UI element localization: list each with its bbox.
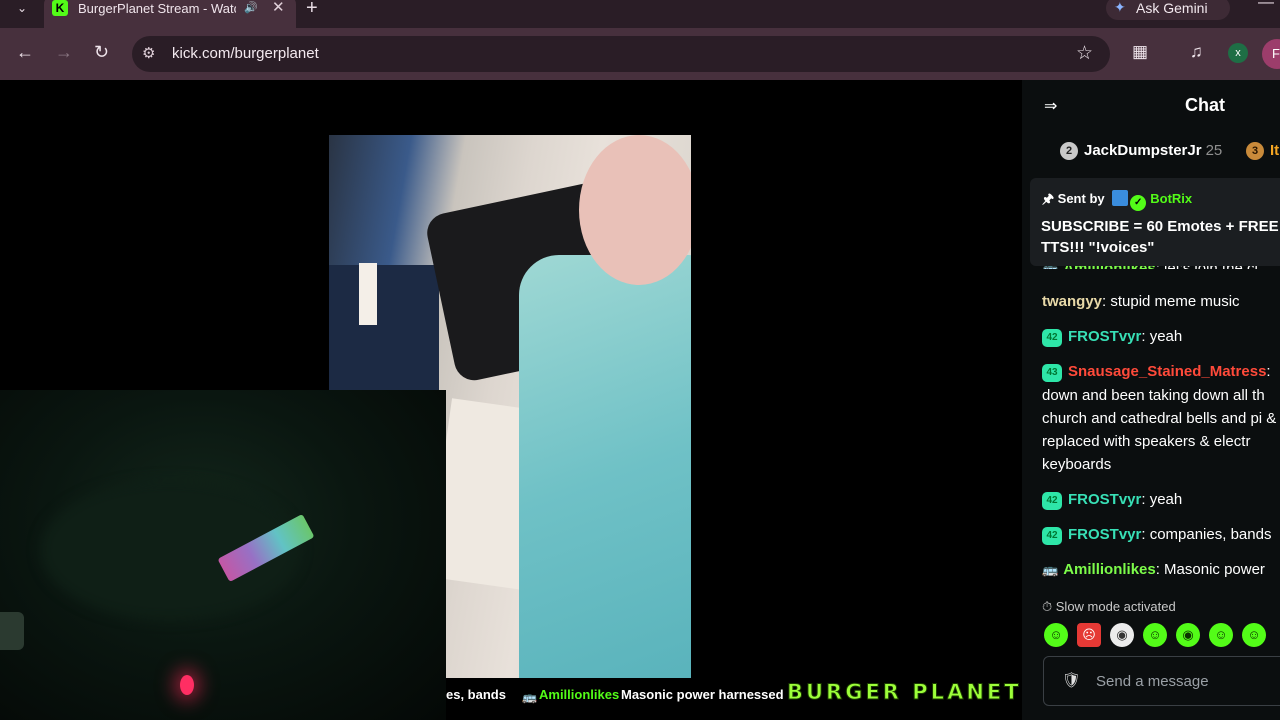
site-info-icon[interactable]: ⚙ [142, 44, 155, 62]
chat-message: 43 Snausage_Stained_Matress: [1042, 360, 1280, 383]
gift-count: 25 [1205, 142, 1223, 159]
gifter-name: It [1270, 142, 1280, 159]
bookmark-star-icon[interactable]: ☆ [1076, 42, 1093, 65]
bus-emote-icon: 🚌 [522, 690, 537, 704]
chat-message: 42 FROSTvyr: companies, bands [1042, 523, 1280, 546]
new-tab-plus-icon[interactable]: + [306, 0, 318, 20]
collapse-chat-icon[interactable]: ⇒ [1044, 96, 1057, 116]
media-controls-icon[interactable]: ♫ [1190, 42, 1203, 62]
chat-message: 42 FROSTvyr: yeah [1042, 488, 1280, 511]
chat-message: 42 FROSTvyr: yeah [1042, 325, 1280, 348]
slow-mode-notice: ⏱ Slow mode activated [1042, 599, 1176, 615]
close-tab-icon[interactable]: ✕ [272, 0, 285, 16]
quick-emote-bar: ☺ ☹ ◉ ☺ ◉ ☺ ☺ [1044, 623, 1275, 649]
emote-angel-icon[interactable]: ☺ [1044, 623, 1068, 647]
slow-mode-text: Slow mode activated [1055, 599, 1176, 614]
chat-text: : stupid meme music [1102, 293, 1240, 310]
pinned-text: SUBSCRIBE = 60 Emotes + FREE TTS!!! "!vo… [1041, 218, 1279, 256]
chat-username[interactable]: FROSTvyr [1068, 491, 1141, 508]
feed-card [359, 263, 377, 325]
video-player[interactable]: es, bands 🚌 Amillionlikes Masonic power … [0, 80, 1022, 720]
rank-badge: 2 [1060, 142, 1078, 160]
ask-gemini-button[interactable]: ✦ Ask Gemini [1106, 0, 1230, 20]
browser-tab[interactable]: K BurgerPlanet Stream - Watch 🔊 ✕ [44, 0, 296, 28]
sent-by-label: Sent by [1057, 191, 1105, 206]
address-bar[interactable]: ⚙ kick.com/burgerplanet ☆ [132, 36, 1110, 72]
verified-check-icon: ✓ [1130, 195, 1147, 211]
ticker-message: Masonic power harnessed [621, 687, 784, 702]
subscriber-badge: 42 [1042, 329, 1062, 347]
chat-text: : yeah [1141, 491, 1183, 508]
tab-title: BurgerPlanet Stream - Watch [78, 1, 236, 16]
chat-username[interactable]: Amillionlikes [1063, 561, 1156, 578]
kick-favicon-icon: K [52, 0, 68, 16]
rank-badge: 3 [1246, 142, 1264, 160]
chat-username[interactable]: twangyy [1042, 293, 1102, 310]
webcam-overlay [0, 390, 446, 720]
emote-angry-icon[interactable]: ☹ [1077, 623, 1101, 647]
chat-text: : [1266, 363, 1271, 380]
subscriber-badge: 42 [1042, 527, 1062, 545]
url-text[interactable]: kick.com/burgerplanet [172, 45, 319, 62]
chat-title: Chat [1185, 95, 1225, 115]
tab-search-chevron-icon[interactable]: ⌄ [8, 0, 36, 18]
ticker-fragment: es, bands [446, 687, 506, 702]
chat-username[interactable]: FROSTvyr [1068, 526, 1141, 543]
forward-arrow-icon[interactable]: → [55, 42, 73, 62]
browser-toolbar: ← → ↻ ⚙ kick.com/burgerplanet ☆ ▦ ♫ x F [0, 28, 1280, 80]
gemini-sparkle-icon: ✦ [1114, 0, 1126, 15]
chat-text: : companies, bands [1141, 526, 1272, 543]
feed-blue-cloth [519, 255, 691, 678]
top-gifter[interactable]: 3 It [1246, 142, 1279, 162]
botrix-icon [1112, 190, 1129, 206]
feed-hand [579, 135, 691, 285]
chat-message: twangyy: stupid meme music [1042, 290, 1280, 313]
ask-gemini-label: Ask Gemini [1136, 0, 1208, 16]
back-arrow-icon[interactable]: ← [16, 42, 34, 62]
reload-icon[interactable]: ↻ [94, 42, 109, 62]
tab-strip: ⌄ K BurgerPlanet Stream - Watch 🔊 ✕ + ✦ … [0, 0, 1280, 28]
emote-clown-icon[interactable]: ◉ [1110, 623, 1134, 647]
chat-panel: ⇒ Chat 2 JackDumpsterJr25 3 It 🚌 Amillionli… [1022, 80, 1280, 720]
chat-message-continuation: down and been taking down all th church … [1042, 387, 1277, 473]
emote-headphones-icon[interactable]: ◉ [1176, 623, 1200, 647]
chat-username[interactable]: FROSTvyr [1068, 328, 1141, 345]
burger-planet-logo: BURGER PLANET [787, 680, 1022, 705]
extension-x-avatar[interactable]: x [1228, 43, 1248, 63]
chat-message-input[interactable] [1096, 671, 1280, 691]
emote-grin-icon[interactable]: ☺ [1143, 623, 1167, 647]
chat-header: ⇒ Chat [1022, 80, 1280, 132]
cam-mug [0, 612, 24, 650]
subscriber-badge: 42 [1042, 492, 1062, 510]
chat-composer: 🛡 [1043, 656, 1280, 706]
pinned-bot-name[interactable]: BotRix [1150, 191, 1192, 206]
pinned-message: 🖈 Sent by ✓ BotRix SUBSCRIBE = 60 Emotes … [1030, 178, 1280, 266]
ticker-username: Amillionlikes [539, 687, 620, 702]
profile-avatar[interactable]: F [1262, 39, 1280, 69]
minimize-icon[interactable]: — [1258, 0, 1274, 12]
emote-happy-icon[interactable]: ☺ [1242, 623, 1266, 647]
subscriber-badge: 43 [1042, 364, 1062, 382]
pin-icon: 🖈 [1042, 191, 1055, 206]
extensions-puzzle-icon[interactable]: ▦ [1132, 42, 1148, 62]
emote-smile-icon[interactable]: ☺ [1209, 623, 1233, 647]
shield-icon[interactable]: 🛡 [1062, 671, 1081, 689]
chat-message: 🚌 Amillionlikes: Masonic power [1042, 558, 1280, 581]
chat-username[interactable]: Snausage_Stained_Matress [1068, 363, 1266, 380]
slow-mode-icon: ⏱ [1042, 599, 1053, 614]
chat-text: : Masonic power [1155, 561, 1265, 578]
rgb-mouse [180, 675, 194, 695]
gifter-name: JackDumpsterJr [1084, 142, 1202, 159]
speaker-icon[interactable]: 🔊 [244, 1, 258, 14]
bus-badge-icon: 🚌 [1042, 562, 1059, 577]
chat-text: : yeah [1141, 328, 1183, 345]
top-gifter[interactable]: 2 JackDumpsterJr 25 [1060, 142, 1222, 162]
pinned-header: 🖈 Sent by ✓ BotRix [1042, 190, 1192, 212]
